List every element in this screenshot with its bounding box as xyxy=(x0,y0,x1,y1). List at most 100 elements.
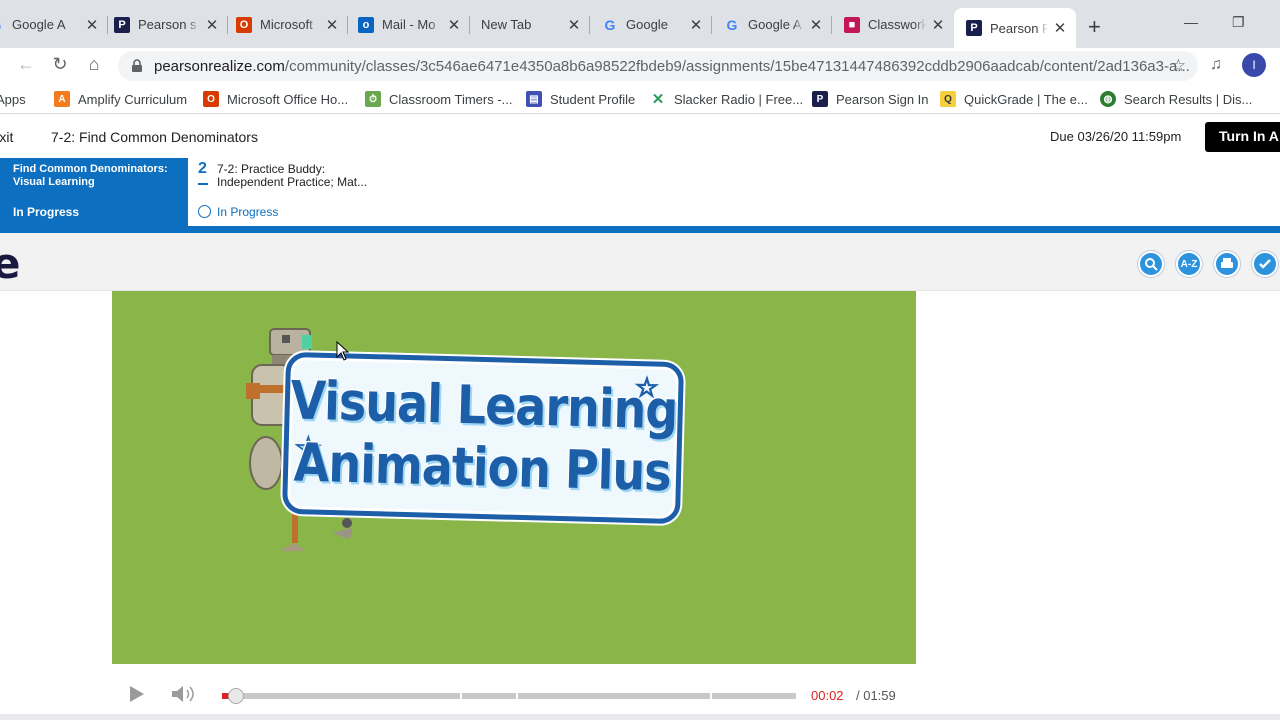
clock-icon xyxy=(198,205,211,218)
globe-icon: ◍ xyxy=(1100,91,1116,107)
check-icon[interactable] xyxy=(1252,251,1278,277)
tab-label: Google xyxy=(626,17,668,32)
bookmark-search-results[interactable]: ◍ Search Results | Dis... xyxy=(1100,88,1252,110)
lock-icon xyxy=(132,59,142,72)
assignment-title: 7-2: Find Common Denominators xyxy=(51,129,258,145)
tab-microsoft[interactable]: O Microsoft ✕ xyxy=(228,8,348,41)
bookmark-label: Classroom Timers -... xyxy=(389,91,513,107)
bookmark-quickgrade[interactable]: Q QuickGrade | The e... xyxy=(940,88,1088,110)
step-status: In Progress xyxy=(13,205,80,219)
profile-avatar[interactable]: I xyxy=(1242,53,1266,77)
new-tab-plus-icon[interactable]: + xyxy=(1088,14,1101,40)
tab-new-tab[interactable]: New Tab ✕ xyxy=(470,8,590,41)
pearson-icon: P xyxy=(114,16,130,33)
assignment-steps: Find Common Denominators: Visual Learnin… xyxy=(0,158,1280,226)
tab-strip: G Google A ✕ P Pearson s ✕ O Microsoft ✕… xyxy=(0,0,1280,48)
step-number: 2 xyxy=(198,160,207,177)
tab-pearson-s[interactable]: P Pearson s ✕ xyxy=(108,8,228,41)
exit-link[interactable]: Exit xyxy=(0,129,13,145)
mouse-cursor-icon xyxy=(336,341,350,361)
timer-icon: ⏱ xyxy=(365,91,381,107)
tab-label: Mail - Mo xyxy=(382,17,436,32)
bookmark-label: Amplify Curriculum xyxy=(78,91,188,107)
volume-icon[interactable] xyxy=(170,684,200,704)
close-tab-icon[interactable]: ✕ xyxy=(566,16,582,34)
restore-icon[interactable]: ❐ xyxy=(1232,14,1245,31)
tab-google[interactable]: G Google ✕ xyxy=(590,8,712,41)
print-icon[interactable] xyxy=(1214,251,1240,277)
back-arrow-icon[interactable]: ← xyxy=(14,54,38,75)
minimize-icon[interactable]: — xyxy=(1184,14,1198,30)
profile-icon: ▤ xyxy=(526,91,542,107)
bookmark-label: Pearson Sign In xyxy=(836,91,929,107)
media-control-icon[interactable]: ♫ xyxy=(1210,56,1222,74)
tab-label: Google A xyxy=(12,17,66,32)
step-visual-learning[interactable]: Find Common Denominators: Visual Learnin… xyxy=(0,158,188,226)
tab-label: Classwork xyxy=(868,17,926,32)
home-icon[interactable]: ⌂ xyxy=(82,54,106,75)
classroom-icon: ■ xyxy=(844,16,860,33)
tab-pearson-r-active[interactable]: P Pearson R ✕ xyxy=(954,8,1076,48)
address-bar[interactable]: pearsonrealize.com/community/classes/3c5… xyxy=(118,51,1198,81)
bookmark-slacker[interactable]: ✕ Slacker Radio | Free... xyxy=(650,88,803,110)
tab-label: Google A xyxy=(748,17,802,32)
close-tab-icon[interactable]: ✕ xyxy=(1052,19,1068,37)
pearson-icon: P xyxy=(966,20,982,36)
browser-toolbar: ← ↻ ⌂ pearsonrealize.com/community/class… xyxy=(0,48,1280,86)
bookmark-apps[interactable]: Apps xyxy=(0,88,26,110)
tab-label: Pearson s xyxy=(138,17,197,32)
slacker-icon: ✕ xyxy=(651,91,665,108)
bookmark-student-profile[interactable]: ▤ Student Profile xyxy=(526,88,635,110)
office-icon: O xyxy=(203,91,219,107)
step-name: Find Common Denominators: Visual Learnin… xyxy=(13,163,168,188)
close-tab-icon[interactable]: ✕ xyxy=(930,16,946,34)
tab-google-a-1[interactable]: G Google A ✕ xyxy=(0,8,108,41)
bookmark-label: Apps xyxy=(0,91,26,107)
close-tab-icon[interactable]: ✕ xyxy=(446,16,462,34)
bookmark-label: Search Results | Dis... xyxy=(1124,91,1253,107)
play-icon[interactable] xyxy=(130,686,144,702)
google-icon: G xyxy=(604,16,616,33)
bookmark-star-icon[interactable]: ☆ xyxy=(1171,56,1186,76)
video-player[interactable]: ☆ ★ Visual Learning Animation Plus xyxy=(112,291,916,664)
close-tab-icon[interactable]: ✕ xyxy=(808,16,824,34)
current-time: 00:02 xyxy=(811,688,844,703)
tab-google-a-2[interactable]: G Google A ✕ xyxy=(712,8,832,41)
bookmark-label: Slacker Radio | Free... xyxy=(674,91,804,107)
close-tab-icon[interactable]: ✕ xyxy=(688,16,704,34)
bookmark-pearson[interactable]: P Pearson Sign In xyxy=(812,88,929,110)
bookmark-label: Student Profile xyxy=(550,91,636,107)
bookmark-amplify[interactable]: A Amplify Curriculum xyxy=(54,88,187,110)
tab-mail[interactable]: o Mail - Mo ✕ xyxy=(348,8,470,41)
url-domain: pearsonrealize.com xyxy=(154,57,285,75)
glossary-search-icon[interactable] xyxy=(1138,251,1164,277)
tab-label: New Tab xyxy=(481,17,532,32)
bookmark-timers[interactable]: ⏱ Classroom Timers -... xyxy=(365,88,513,110)
reload-icon[interactable]: ↻ xyxy=(48,54,72,75)
close-tab-icon[interactable]: ✕ xyxy=(204,16,220,34)
step-practice-buddy[interactable]: 2 7-2: Practice Buddy: Independent Pract… xyxy=(188,158,488,226)
office-icon: O xyxy=(236,16,252,33)
amplify-icon: A xyxy=(54,91,70,107)
video-controls: 00:02 / 01:59 xyxy=(112,674,916,714)
close-tab-icon[interactable]: ✕ xyxy=(324,16,340,34)
seek-bar[interactable] xyxy=(222,688,796,704)
google-icon: G xyxy=(726,16,738,33)
close-tab-icon[interactable]: ✕ xyxy=(84,16,100,34)
a-z-icon[interactable]: A-Z xyxy=(1176,251,1202,277)
tab-label: Pearson R xyxy=(990,20,1048,36)
tab-classwork[interactable]: ■ Classwork ✕ xyxy=(832,8,954,41)
seek-handle[interactable] xyxy=(228,688,244,704)
bookmark-label: QuickGrade | The e... xyxy=(964,91,1088,107)
step-name: 7-2: Practice Buddy: Independent Practic… xyxy=(217,162,368,189)
total-time: / 01:59 xyxy=(856,688,896,703)
pearson-icon: P xyxy=(812,91,828,107)
video-title-line2: Animation Plus xyxy=(293,431,672,503)
step-status: In Progress xyxy=(217,205,279,219)
turn-in-button[interactable]: Turn In A xyxy=(1205,122,1280,152)
title-sign: ☆ ★ Visual Learning Animation Plus xyxy=(281,351,685,525)
url-text: pearsonrealize.com/community/classes/3c5… xyxy=(154,58,1190,75)
bookmark-label: Microsoft Office Ho... xyxy=(227,91,349,107)
outlook-icon: o xyxy=(358,16,374,33)
bookmark-office[interactable]: O Microsoft Office Ho... xyxy=(203,88,348,110)
